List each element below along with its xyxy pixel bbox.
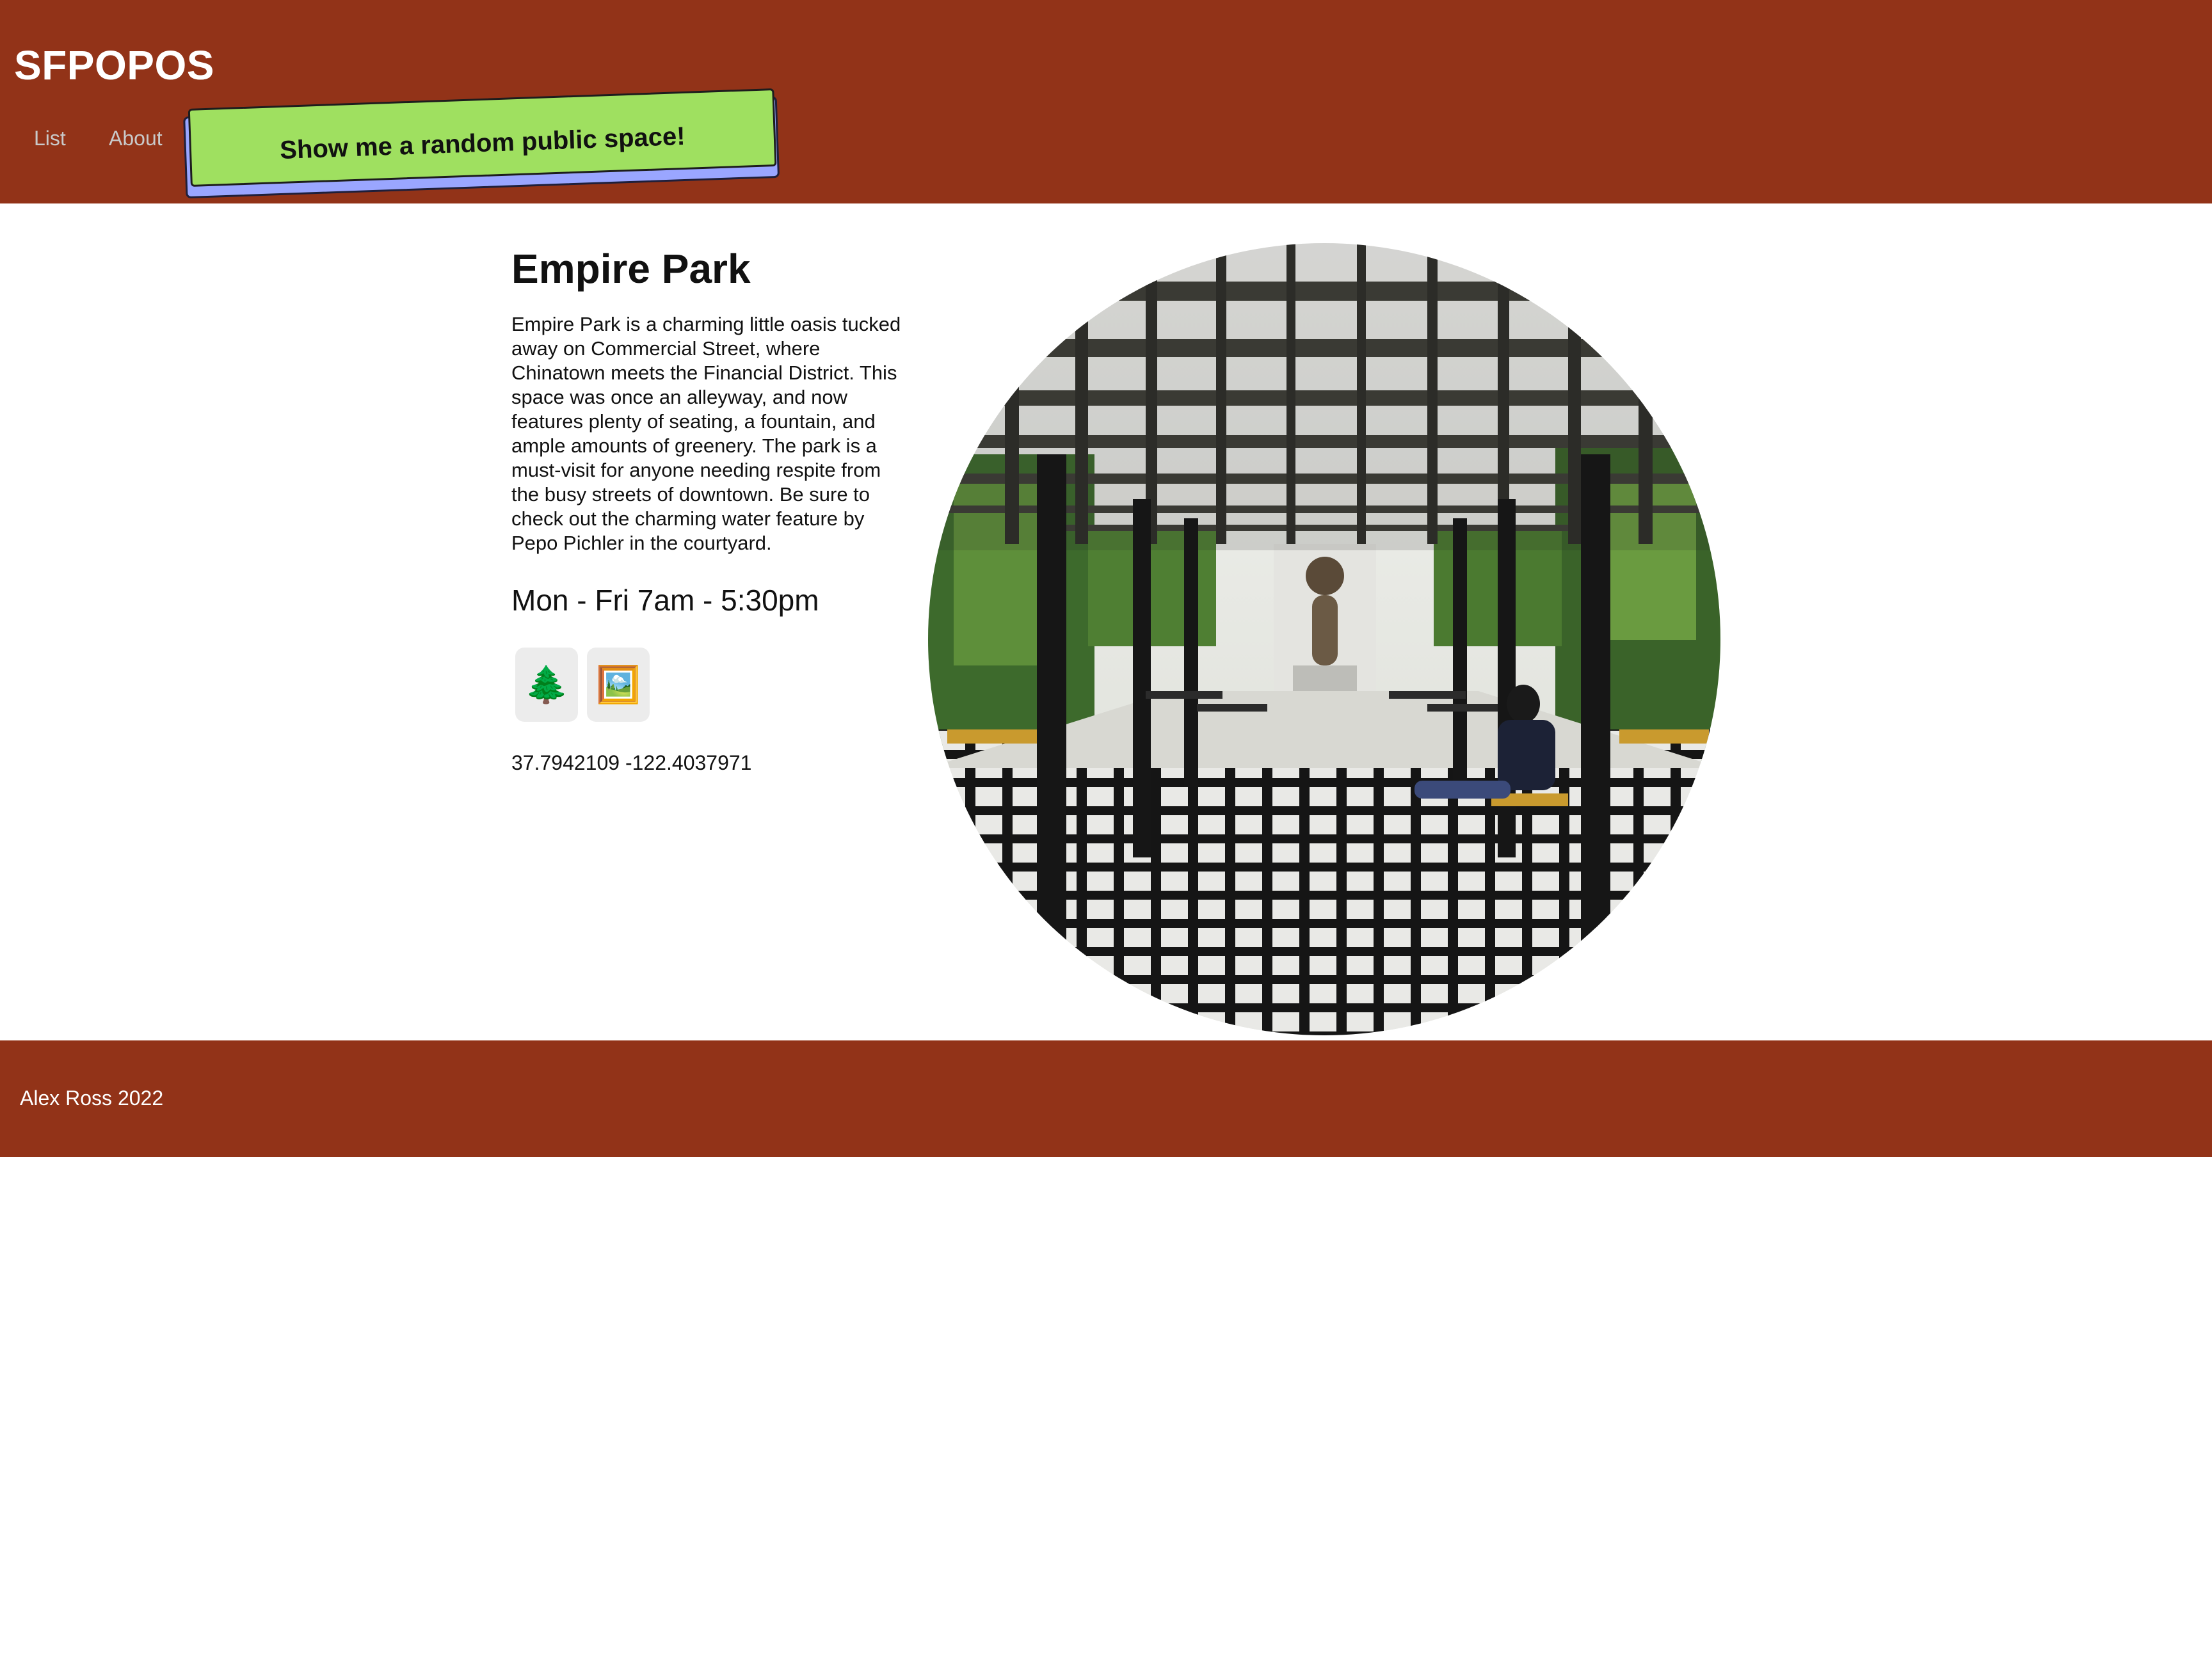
space-info: Empire Park Empire Park is a charming li… — [511, 243, 921, 776]
site-title[interactable]: SFPOPOS — [14, 40, 214, 91]
nav-list-link[interactable]: List — [34, 125, 66, 151]
framed-picture-icon[interactable]: 🖼️ — [587, 648, 650, 722]
space-coordinates: 37.7942109 -122.4037971 — [511, 751, 752, 774]
space-title: Empire Park — [511, 246, 751, 292]
amenities-list: 🌲 🖼️ — [511, 648, 921, 722]
random-space-button-wrap: Show me a random public space! — [183, 87, 781, 203]
site-footer: Alex Ross 2022 — [0, 1040, 2212, 1157]
space-hours: Mon - Fri 7am - 5:30pm — [511, 584, 819, 617]
space-description: Empire Park is a charming little oasis t… — [511, 313, 901, 554]
evergreen-tree-icon[interactable]: 🌲 — [515, 648, 578, 722]
nav-about-link[interactable]: About — [109, 125, 163, 151]
footer-credit: Alex Ross 2022 — [20, 1087, 164, 1110]
site-header: SFPOPOS List About Show me a random publ… — [0, 0, 2212, 203]
pergola-courtyard-photo — [928, 243, 1720, 1035]
page-root: SFPOPOS List About Show me a random publ… — [0, 0, 2212, 1656]
space-photo — [928, 243, 1720, 1035]
main-content: Empire Park Empire Park is a charming li… — [0, 203, 2212, 1040]
